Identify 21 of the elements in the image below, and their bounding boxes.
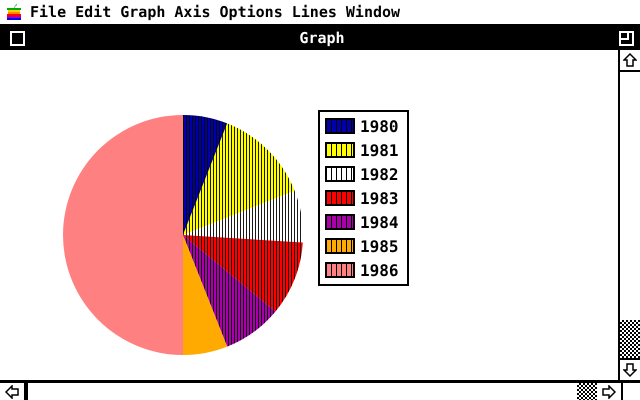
legend-label: 1982 <box>360 164 399 184</box>
close-box[interactable] <box>10 30 25 46</box>
menu-item[interactable]: Axis <box>174 3 211 21</box>
scroll-up-button[interactable] <box>620 50 640 70</box>
scroll-thumb[interactable] <box>577 383 597 400</box>
apple-logo-icon[interactable] <box>7 4 21 20</box>
menu-item[interactable]: Graph <box>120 3 166 21</box>
menu-item[interactable]: Lines <box>292 3 337 21</box>
menu-item[interactable]: Options <box>220 3 283 21</box>
zoom-box[interactable] <box>619 30 634 46</box>
menu-item[interactable]: Edit <box>75 3 112 21</box>
legend-label: 1985 <box>360 236 399 256</box>
window-title: Graph <box>299 29 345 47</box>
legend-label: 1981 <box>360 140 399 160</box>
legend-label: 1986 <box>360 260 399 280</box>
menu-item[interactable]: Window <box>346 3 400 21</box>
menu-item[interactable]: File <box>30 3 66 21</box>
legend-label: 1984 <box>360 212 399 232</box>
legend-label: 1980 <box>360 116 399 136</box>
scroll-thumb[interactable] <box>620 320 640 360</box>
legend-label: 1983 <box>360 188 399 208</box>
